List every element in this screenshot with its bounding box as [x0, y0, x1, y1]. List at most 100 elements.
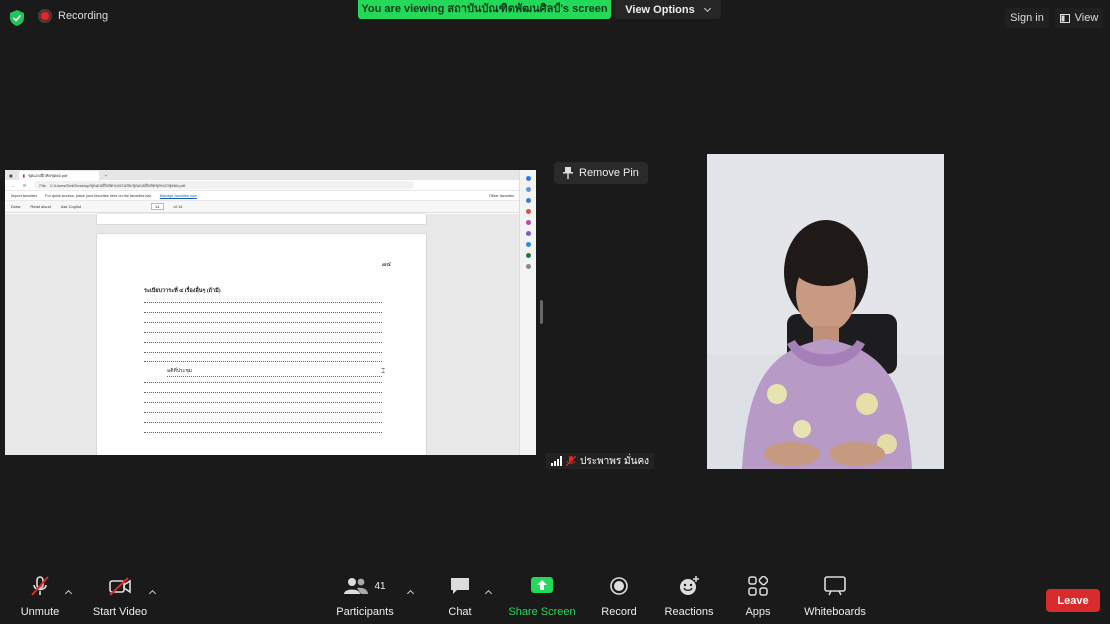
remove-pin-label: Remove Pin: [579, 167, 639, 179]
shopping-icon[interactable]: [525, 198, 531, 203]
meeting-controls: Unmute Start Video 41 Participants Chat …: [0, 572, 1110, 624]
pdf-toolbar: Draw Read aloud Ask Copilot 14 of 14: [5, 201, 536, 213]
unmute-label: Unmute: [20, 606, 60, 618]
recording-indicator[interactable]: Recording: [39, 10, 108, 22]
security-shield-icon[interactable]: [10, 10, 24, 26]
reactions-smiley-icon: [680, 576, 699, 595]
browser-sidebar: [519, 170, 536, 455]
pdf-page-previous: [97, 214, 426, 224]
add-icon[interactable]: [525, 264, 531, 269]
view-options-button[interactable]: View Options: [614, 0, 721, 19]
signal-strength-icon: [551, 456, 562, 466]
tools-icon[interactable]: [525, 209, 531, 214]
reactions-button[interactable]: Reactions: [649, 572, 729, 618]
page-number-text: ๗๔: [382, 262, 392, 268]
chat-label: Chat: [448, 606, 472, 618]
browser-tab[interactable]: ▮ ชุดแบบฝึกหัดชุด66.pdf: [18, 171, 99, 180]
recording-label: Recording: [58, 10, 109, 22]
zoom-meeting-window: Recording You are viewing สถาบันบัณฑิตพั…: [0, 0, 1110, 624]
favorites-hint: For quick access, place your favorites h…: [45, 193, 152, 198]
remove-pin-button[interactable]: Remove Pin: [554, 162, 648, 184]
teams-icon[interactable]: [525, 231, 531, 236]
browser-tab-strip: ▣ ▮ ชุดแบบฝึกหัดชุด66.pdf +: [5, 170, 536, 180]
chevron-down-icon: [703, 4, 711, 12]
read-aloud-button[interactable]: Read aloud: [30, 204, 50, 209]
participants-icon: [344, 578, 369, 594]
leave-button[interactable]: Leave: [1046, 589, 1100, 612]
participants-label: Participants: [336, 606, 394, 618]
apps-label: Apps: [745, 606, 771, 618]
search-icon[interactable]: [525, 187, 531, 192]
view-layout-icon: [1059, 13, 1070, 23]
url-text: C:/Users/Dell/Desktop/ชุดแบบฝึกหัด%202ฉบ…: [49, 182, 186, 188]
pdf-page: ๗๔ ระเบียบวาระที่ ๔ เรื่องอื่นๆ (ถ้ามี) …: [97, 234, 426, 455]
manage-favorites-link[interactable]: Manage favorites now: [160, 194, 197, 198]
dotted-line: [144, 322, 382, 323]
games-icon[interactable]: [525, 220, 531, 225]
resolution-line: มติที่ประชุม: [167, 367, 382, 377]
sign-in-button[interactable]: Sign in: [1005, 8, 1049, 28]
whiteboards-button[interactable]: Whiteboards: [795, 572, 875, 618]
ask-copilot-button[interactable]: Ask Copilot: [61, 204, 81, 209]
other-favorites[interactable]: Other favorites: [489, 194, 514, 198]
share-screen-button[interactable]: Share Screen: [502, 572, 582, 618]
pdf-viewport[interactable]: ๗๔ ระเบียบวาระที่ ๔ เรื่องอื่นๆ (ถ้ามี) …: [5, 214, 519, 455]
microphone-muted-icon: [31, 576, 49, 596]
url-input[interactable]: File C:/Users/Dell/Desktop/ชุดแบบฝึกหัด%…: [34, 181, 415, 189]
participant-name-tag: ประพาพร มั่นคง: [546, 453, 655, 469]
pdf-icon: ▮: [22, 173, 25, 178]
apps-button[interactable]: Apps: [718, 572, 798, 618]
outlook-icon[interactable]: [525, 242, 531, 247]
whiteboards-label: Whiteboards: [804, 606, 866, 618]
document-heading: ระเบียบวาระที่ ๔ เรื่องอื่นๆ (ถ้ามี): [144, 288, 221, 294]
page-number-input[interactable]: 14: [151, 203, 164, 210]
import-favorites-link[interactable]: Import favorites: [11, 194, 37, 198]
view-label: View: [1074, 12, 1099, 24]
mic-muted-icon: [566, 455, 576, 466]
participants-count: 41: [374, 580, 386, 592]
dotted-line: [144, 361, 382, 362]
dotted-line: [144, 332, 382, 333]
participant-name: ประพาพร มั่นคง: [580, 455, 650, 467]
url-scheme-label: File: [39, 182, 46, 188]
dotted-line: [144, 312, 382, 313]
draw-tool[interactable]: Draw: [11, 204, 20, 209]
dotted-line: [144, 382, 382, 383]
browser-tab-title: ชุดแบบฝึกหัดชุด66.pdf: [27, 173, 68, 178]
viewing-banner: You are viewing สถาบันบัณฑิตพัฒนศิลป์'s …: [358, 0, 611, 19]
pin-icon: [563, 167, 573, 179]
resize-handle[interactable]: [540, 300, 543, 324]
dotted-line: [144, 412, 382, 413]
browser-address-bar: ← ⟳ File C:/Users/Dell/Desktop/ชุดแบบฝึก…: [5, 180, 536, 191]
chat-bubble-icon: [451, 578, 469, 594]
share-screen-label: Share Screen: [508, 606, 576, 618]
browser-menu-icon[interactable]: ▣: [9, 173, 13, 178]
record-icon: [610, 577, 628, 595]
dotted-line: [144, 342, 382, 343]
copilot-icon[interactable]: [525, 176, 531, 181]
dotted-line: [144, 402, 382, 403]
whiteboard-icon: [824, 576, 846, 596]
start-video-button[interactable]: Start Video: [80, 572, 160, 618]
favorites-bar: Import favorites For quick access, place…: [5, 191, 536, 201]
page-total: of 14: [173, 204, 183, 209]
view-options-label: View Options: [625, 3, 695, 16]
back-icon[interactable]: ←: [11, 183, 15, 188]
refresh-icon[interactable]: ⟳: [23, 183, 26, 188]
new-tab-icon[interactable]: +: [105, 173, 107, 178]
dotted-line: [144, 352, 382, 353]
record-label: Record: [601, 606, 637, 618]
dotted-line: [144, 392, 382, 393]
dotted-line: [144, 432, 382, 433]
shared-screen[interactable]: ▣ ▮ ชุดแบบฝึกหัดชุด66.pdf + ← ⟳ File C:/…: [5, 170, 536, 455]
participants-caret-icon[interactable]: [406, 589, 415, 598]
record-button[interactable]: Record: [579, 572, 659, 618]
participant-video[interactable]: [707, 154, 944, 469]
mouse-cursor-icon: ⌶: [381, 368, 386, 375]
record-dot-icon: [39, 10, 51, 22]
view-button[interactable]: View: [1055, 8, 1103, 28]
video-camera-off-icon: [109, 577, 131, 596]
participants-button[interactable]: 41 Participants: [325, 572, 405, 618]
excel-icon[interactable]: [525, 253, 531, 258]
dotted-line: [144, 302, 382, 303]
